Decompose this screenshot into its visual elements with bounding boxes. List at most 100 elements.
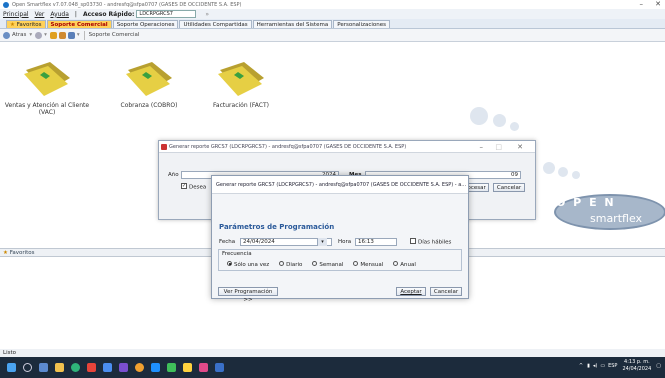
radio-icon: [279, 261, 285, 266]
dialog-close-button[interactable]: ✕: [517, 141, 523, 153]
taskbar: ^ ▮ ◂) ▭ ESP 4:13 p. m. 24/04/2024 ▢: [0, 357, 665, 378]
menu-principal[interactable]: Principal: [3, 11, 29, 18]
tab-utilidades-compartidas[interactable]: Utilidades Compartidas: [179, 20, 252, 28]
teams-icon[interactable]: [119, 363, 128, 372]
desea-checkbox[interactable]: ✓ Desea: [181, 183, 206, 191]
time-label: Hora: [338, 239, 352, 245]
folder-up-icon[interactable]: [49, 31, 57, 39]
folder-icon: [24, 62, 70, 96]
view-options-icon[interactable]: [67, 31, 75, 39]
decorative-dot: [493, 114, 506, 127]
app-icon-red[interactable]: [87, 363, 96, 372]
back-dropdown-icon[interactable]: ▾: [29, 32, 32, 38]
back-button[interactable]: Atras: [12, 32, 26, 38]
view-schedule-button[interactable]: Ver Programación >>: [218, 287, 278, 303]
quick-access-input[interactable]: LDCRPGRCS7: [136, 10, 197, 18]
dialog-maximize-button[interactable]: □: [495, 141, 502, 153]
excel-icon[interactable]: [167, 363, 176, 372]
system-tray: ^ ▮ ◂) ▭ ESP 4:13 p. m. 24/04/2024 ▢: [579, 359, 661, 373]
folder-icon: [218, 62, 264, 96]
radio-icon: [353, 261, 359, 266]
forward-arrow-icon[interactable]: [35, 31, 43, 39]
inner-cancel-button[interactable]: Cancelar: [430, 287, 462, 296]
radio-selected-icon: [227, 261, 232, 266]
keyboard-icon[interactable]: ▭: [600, 363, 605, 369]
quick-access-label: Acceso Rápido:: [82, 10, 135, 18]
volume-icon[interactable]: ◂): [593, 363, 597, 369]
frequency-once[interactable]: Sólo una vez: [227, 261, 269, 268]
close-button[interactable]: ✕: [655, 0, 661, 8]
decorative-dot: [543, 162, 555, 174]
report-icon: [161, 144, 167, 150]
app-icon: [3, 1, 9, 8]
tab-favoritos[interactable]: ★ Favoritos: [6, 20, 46, 28]
tray-expand-icon[interactable]: ^: [579, 363, 583, 369]
clock-date: 24/04/2024: [622, 366, 652, 372]
window-title-bar: Open Smartflex v7.07.048_sp03730 - andre…: [0, 0, 665, 9]
menu-separator: |: [74, 10, 77, 18]
view-dropdown-icon[interactable]: ▾: [77, 32, 80, 38]
folder-cobro[interactable]: Cobranza (COBRO): [104, 58, 194, 109]
accept-button[interactable]: Aceptar: [396, 287, 426, 296]
breadcrumb: Soporte Comercial: [88, 32, 140, 38]
folder-fact[interactable]: Facturación (FACT): [196, 58, 286, 109]
folder-label: Ventas y Atención al Cliente (VAC): [4, 102, 90, 116]
network-icon[interactable]: ▮: [587, 363, 590, 369]
chrome-icon[interactable]: [135, 363, 144, 372]
tab-soporte-comercial[interactable]: Soporte Comercial: [46, 20, 112, 28]
window-title: Open Smartflex v7.07.048_sp03730 - andre…: [12, 1, 242, 8]
search-icon[interactable]: [23, 363, 32, 372]
app-icon-pink[interactable]: [199, 363, 208, 372]
minimize-button[interactable]: –: [640, 0, 644, 8]
decorative-dot: [470, 107, 488, 125]
frequency-daily[interactable]: Diario: [279, 261, 302, 268]
frequency-group: Frecuencia Sólo una vez Diario Semanal M…: [218, 249, 462, 271]
star-icon: ★: [10, 22, 15, 28]
smartflex-taskbar-icon[interactable]: [215, 363, 224, 372]
folder-vac[interactable]: Ventas y Atención al Cliente (VAC): [2, 58, 92, 116]
decorative-dot: [510, 122, 519, 131]
task-view-icon[interactable]: [39, 363, 48, 372]
folder-label: Facturación (FACT): [213, 102, 269, 109]
check-icon: ✓: [181, 183, 187, 189]
business-days-checkbox[interactable]: Días hábiles: [410, 238, 451, 246]
time-input[interactable]: 16:13: [355, 238, 397, 246]
quick-access-go-icon[interactable]: »: [205, 11, 209, 18]
section-title: Parámetros de Programación: [219, 223, 335, 231]
date-dropdown-icon[interactable]: ▾: [317, 238, 327, 246]
clock-time: 4:13 p. m.: [624, 359, 650, 365]
frequency-monthly[interactable]: Mensual: [353, 261, 383, 268]
dialog-minimize-button[interactable]: –: [480, 141, 484, 153]
brand-product: smartflex: [590, 212, 643, 225]
edge-icon[interactable]: [71, 363, 80, 372]
frequency-weekly[interactable]: Semanal: [312, 261, 343, 268]
report-dialog-titlebar: Generar reporte GRCS7 (LDCRPGRCS7) - and…: [159, 141, 535, 153]
frequency-yearly[interactable]: Anual: [393, 261, 416, 268]
folder-taskbar-icon[interactable]: [183, 363, 192, 372]
star-icon: ★: [3, 250, 8, 256]
menu-ver[interactable]: Ver: [35, 11, 45, 18]
outer-cancel-button[interactable]: Cancelar: [493, 183, 525, 192]
tab-herramientas-sistema[interactable]: Herramientas del Sistema: [252, 20, 333, 28]
windows-start-icon[interactable]: [7, 363, 16, 372]
scheduling-dialog-titlebar: Generar reporte GRCS7 (LDCRPGRCS7) - and…: [212, 176, 468, 194]
scheduling-dialog-title: Generar reporte GRCS7 (LDCRPGRCS7) - and…: [216, 182, 467, 188]
notifications-icon[interactable]: ▢: [656, 363, 661, 369]
menu-ayuda[interactable]: Ayuda: [50, 11, 69, 18]
tab-soporte-operaciones[interactable]: Soporte Operaciones: [112, 20, 179, 28]
home-icon[interactable]: [58, 31, 66, 39]
radio-icon: [393, 261, 399, 266]
checkbox-icon: [410, 238, 416, 244]
toolbar-separator: [83, 30, 85, 40]
tab-personalizaciones[interactable]: Personalizaciones: [333, 20, 391, 28]
app-icon-blue[interactable]: [103, 363, 112, 372]
folder-label: Cobranza (COBRO): [120, 102, 178, 109]
back-arrow-icon[interactable]: [3, 31, 10, 39]
folder-icon: [126, 62, 172, 96]
outlook-icon[interactable]: [151, 363, 160, 372]
language-indicator[interactable]: ESP: [608, 363, 617, 369]
clock[interactable]: 4:13 p. m. 24/04/2024: [622, 359, 651, 373]
module-tabs: ★ Favoritos Soporte Comercial Soporte Op…: [0, 19, 665, 29]
file-explorer-icon[interactable]: [55, 363, 64, 372]
forward-dropdown-icon[interactable]: ▾: [44, 32, 47, 38]
